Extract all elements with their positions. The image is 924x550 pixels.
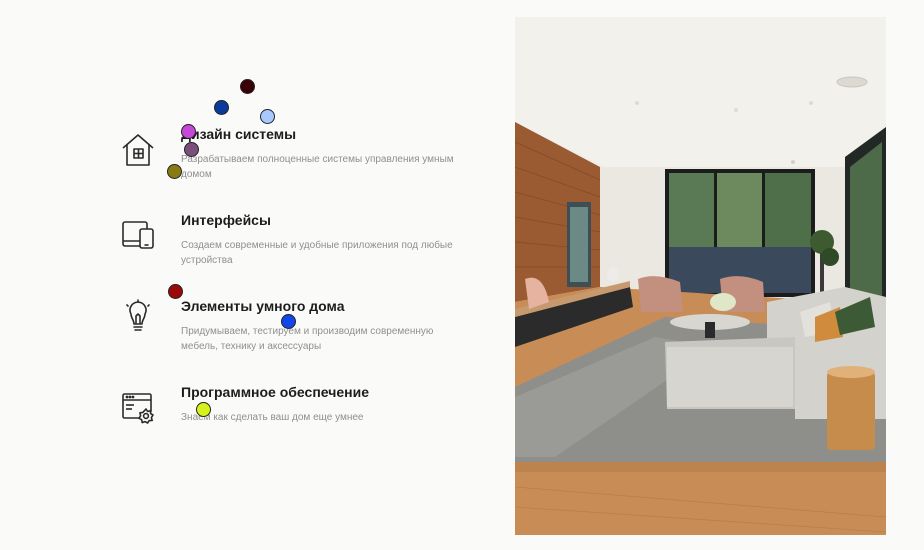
lightbulb-icon: [118, 298, 158, 338]
marker-dot: [168, 284, 183, 299]
feature-description: Создаем современные и удобные приложения…: [181, 240, 453, 266]
feature-title: Программное обеспечение: [181, 384, 369, 400]
marker-dot: [260, 109, 275, 124]
feature-title: Интерфейсы: [181, 212, 271, 228]
browser-settings-icon: [118, 388, 158, 428]
marker-dot: [281, 314, 296, 329]
house-icon: [118, 130, 158, 170]
marker-dot: [167, 164, 182, 179]
marker-dot: [181, 124, 196, 139]
feature-description: Разрабатываем полноценные системы управл…: [181, 154, 454, 180]
marker-dot: [214, 100, 229, 115]
marker-dot: [196, 402, 211, 417]
feature-title: Элементы умного дома: [181, 298, 345, 314]
living-room-photo: [515, 17, 886, 535]
marker-dot: [240, 79, 255, 94]
marker-dot: [184, 142, 199, 157]
page: Дизайн системы Разрабатываем полноценные…: [0, 0, 924, 550]
devices-icon: [118, 214, 158, 254]
feature-description: Придумываем, тестируем и производим совр…: [181, 326, 434, 352]
features-list: Дизайн системы Разрабатываем полноценные…: [118, 0, 498, 550]
feature-description: Знаем как сделать ваш дом еще умнее: [181, 412, 364, 423]
feature-title: Дизайн системы: [181, 126, 297, 142]
